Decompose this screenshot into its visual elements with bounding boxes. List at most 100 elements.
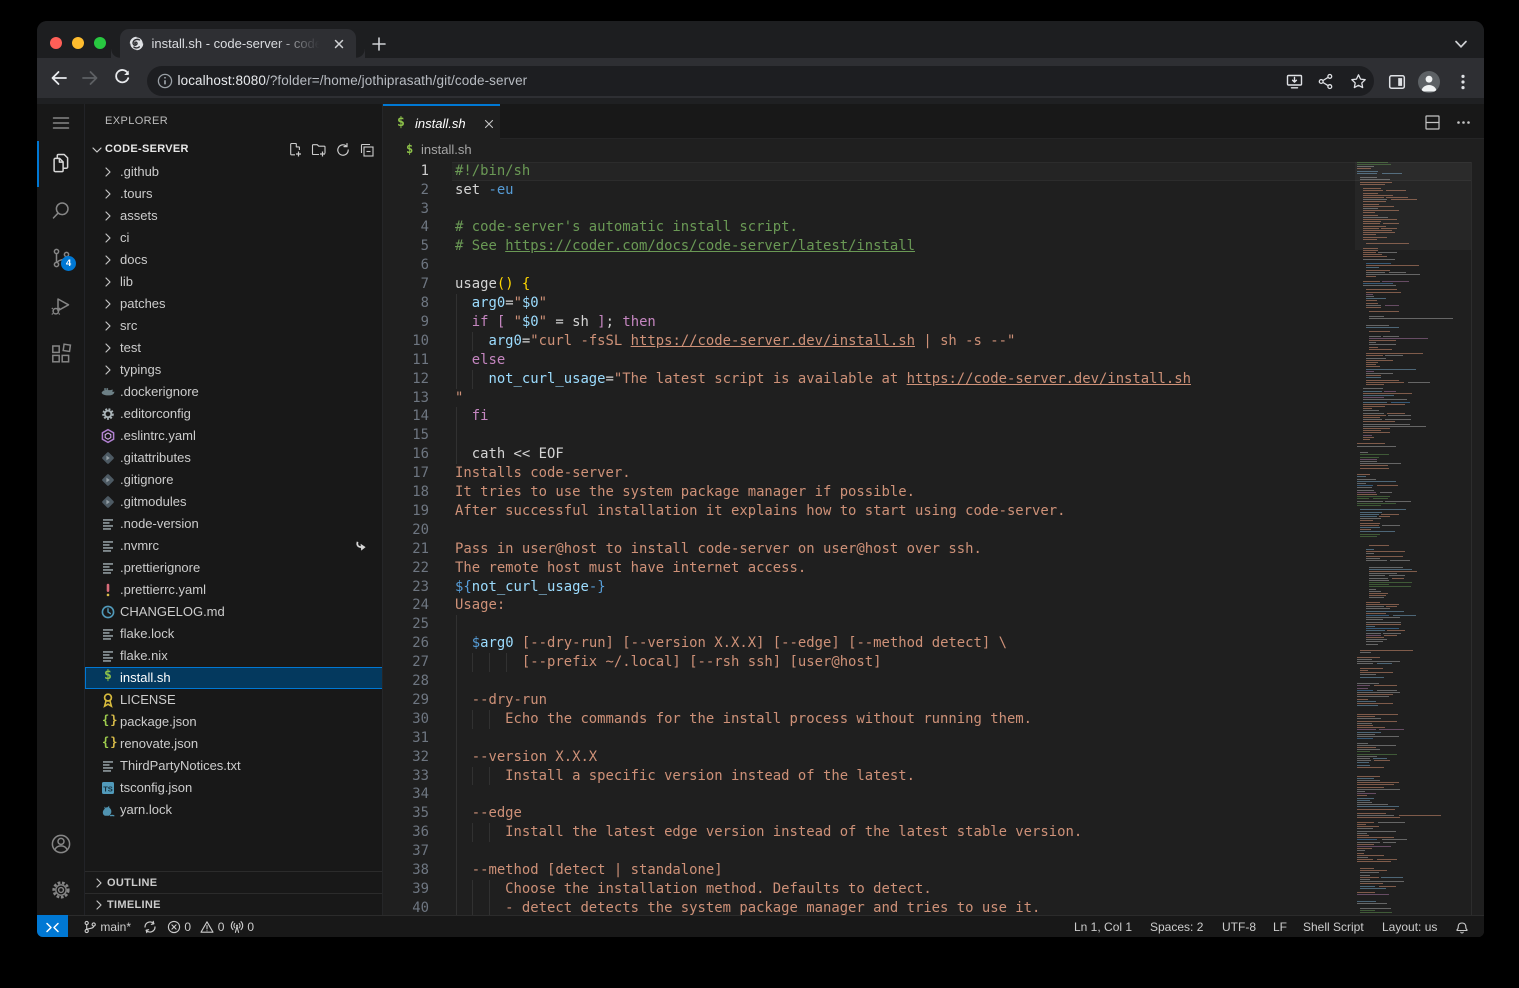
traffic-light-close[interactable] (50, 37, 62, 49)
tree-file-nvmrc[interactable]: .nvmrc (85, 535, 383, 557)
settings-gear-icon[interactable] (49, 878, 73, 902)
install-app-icon[interactable] (1286, 73, 1303, 90)
forward-icon[interactable] (81, 69, 99, 87)
reload-icon[interactable] (113, 69, 131, 87)
url-text[interactable]: localhost:8080/?folder=/home/jothiprasat… (178, 73, 528, 88)
line-number: 30 (383, 710, 429, 729)
tree-file-gitmodules[interactable]: .gitmodules (85, 491, 383, 513)
minimap-line (1357, 716, 1375, 717)
site-info-icon[interactable] (157, 73, 173, 89)
minimap-line (1369, 336, 1381, 337)
tree-file-LICENSE[interactable]: LICENSE (85, 689, 383, 711)
layout-item[interactable]: Layout: us (1382, 916, 1437, 937)
refresh-explorer-icon[interactable] (335, 142, 351, 158)
new-folder-icon[interactable] (311, 142, 327, 158)
new-tab-icon[interactable] (372, 37, 386, 51)
git-branch-item[interactable]: main* (83, 916, 131, 937)
traffic-light-fullscreen[interactable] (94, 37, 106, 49)
bookmark-star-icon[interactable] (1350, 73, 1367, 90)
browser-profile-avatar[interactable] (1418, 71, 1440, 93)
tree-file-install.sh[interactable]: $install.sh (85, 667, 383, 689)
minimap-line (1360, 908, 1391, 909)
minimap-line (1366, 630, 1385, 631)
tree-file-yarn.lock[interactable]: yarn.lock (85, 799, 383, 821)
share-icon[interactable] (1317, 73, 1334, 90)
tree-file-CHANGELOG.md[interactable]: CHANGELOG.md (85, 601, 383, 623)
indentation-item[interactable]: Spaces: 2 (1150, 916, 1203, 937)
tree-file-node-version[interactable]: .node-version (85, 513, 383, 535)
tree-file-tsconfig.json[interactable]: TStsconfig.json (85, 777, 383, 799)
timeline-pane-header[interactable]: TIMELINE (85, 893, 383, 915)
tree-file-renovate.json[interactable]: {}renovate.json (85, 733, 383, 755)
language-mode-item[interactable]: Shell Script (1303, 916, 1364, 937)
tab-search-chevron-icon[interactable] (1454, 40, 1468, 49)
problems-item[interactable]: 0 0 (167, 916, 224, 937)
address-bar[interactable]: localhost:8080/?folder=/home/jothiprasat… (147, 66, 1374, 96)
tree-file-flake.lock[interactable]: flake.lock (85, 623, 383, 645)
minimap-line (1366, 360, 1393, 361)
back-icon[interactable] (50, 69, 68, 87)
explorer-section-header[interactable]: CODE-SERVER (85, 139, 383, 161)
search-icon[interactable] (49, 199, 73, 223)
tree-file-gitattributes[interactable]: .gitattributes (85, 447, 383, 469)
tree-folder-tours[interactable]: .tours (85, 183, 383, 205)
tree-file-prettierignore[interactable]: .prettierignore (85, 557, 383, 579)
notifications-bell-icon[interactable] (1455, 920, 1469, 934)
outline-pane-header[interactable]: OUTLINE (85, 871, 383, 893)
ports-item[interactable]: 0 (230, 916, 254, 937)
new-file-icon[interactable] (287, 142, 303, 158)
run-debug-icon[interactable] (49, 294, 73, 318)
minimap-line (1360, 868, 1374, 869)
breadcrumbs[interactable]: $ install.sh (383, 139, 1484, 161)
tree-folder-ci[interactable]: ci (85, 227, 383, 249)
tree-folder-test[interactable]: test (85, 337, 383, 359)
editor-tab-install-sh[interactable]: $ install.sh (383, 104, 500, 139)
cursor-position-item[interactable]: Ln 1, Col 1 (1074, 916, 1132, 937)
tree-file-dockerignore[interactable]: .dockerignore (85, 381, 383, 403)
tree-folder-docs[interactable]: docs (85, 249, 383, 271)
split-editor-icon[interactable] (1424, 114, 1441, 131)
editor-more-actions-icon[interactable] (1455, 114, 1472, 131)
tree-folder-typings[interactable]: typings (85, 359, 383, 381)
minimap-line (1386, 197, 1407, 198)
minimap-line (1357, 446, 1396, 447)
tree-folder-github[interactable]: .github (85, 161, 383, 183)
tree-file-prettierrc.yaml[interactable]: .prettierrc.yaml (85, 579, 383, 601)
tree-folder-src[interactable]: src (85, 315, 383, 337)
tree-file-eslintrc.yaml[interactable]: .eslintrc.yaml (85, 425, 383, 447)
minimap-line (1360, 877, 1379, 878)
minimap-line (1357, 855, 1384, 856)
tree-folder-patches[interactable]: patches (85, 293, 383, 315)
menu-hamburger-icon[interactable] (49, 111, 73, 135)
tree-folder-assets[interactable]: assets (85, 205, 383, 227)
tree-file-package.json[interactable]: {}package.json (85, 711, 383, 733)
browser-menu-kebab-icon[interactable] (1454, 73, 1472, 91)
extensions-icon[interactable] (49, 342, 73, 366)
editor-tab-close-icon[interactable] (482, 117, 496, 131)
indent-guide (456, 351, 457, 370)
indent-guide (456, 615, 457, 634)
tree-file-flake.nix[interactable]: flake.nix (85, 645, 383, 667)
sync-changes-item[interactable] (143, 916, 157, 937)
minimap[interactable] (1355, 162, 1471, 915)
tree-folder-lib[interactable]: lib (85, 271, 383, 293)
tree-file-ThirdPartyNotices.txt[interactable]: ThirdPartyNotices.txt (85, 755, 383, 777)
code-editor[interactable]: 1234567891011121314151617181920212223242… (383, 162, 1484, 915)
collapse-folders-icon[interactable] (359, 142, 375, 158)
code-token: not_curl_usage (488, 371, 605, 387)
remote-indicator[interactable] (37, 915, 68, 937)
side-panel-icon[interactable] (1388, 73, 1406, 91)
tree-file-gitignore[interactable]: .gitignore (85, 469, 383, 491)
minimap-line (1369, 344, 1396, 345)
encoding-item[interactable]: UTF-8 (1222, 916, 1256, 937)
active-view-indicator (37, 141, 39, 187)
tab-close-icon[interactable] (332, 37, 346, 51)
line-number: 23 (383, 578, 429, 597)
explorer-icon[interactable] (49, 151, 73, 175)
account-icon[interactable] (49, 832, 73, 856)
eol-item[interactable]: LF (1273, 916, 1287, 937)
traffic-light-minimize[interactable] (72, 37, 84, 49)
minimap-line (1374, 685, 1398, 686)
browser-tab[interactable]: install.sh - code-server - code-server (120, 29, 356, 58)
tree-file-editorconfig[interactable]: .editorconfig (85, 403, 383, 425)
